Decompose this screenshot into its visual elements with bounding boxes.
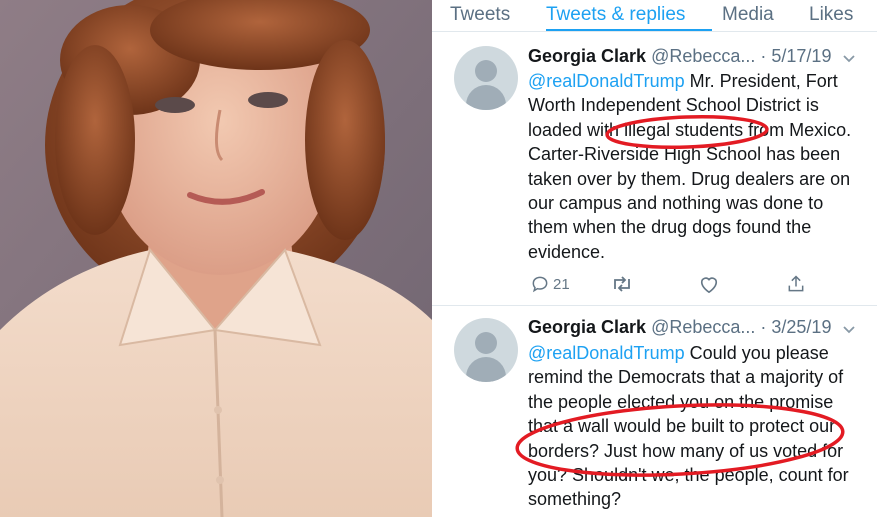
share-icon bbox=[788, 275, 804, 292]
tweet-actions: 21 bbox=[530, 274, 806, 294]
tabs-divider bbox=[432, 31, 877, 32]
twitter-profile-panel: Tweets Tweets & replies Media Likes Geor… bbox=[432, 0, 877, 517]
like-icon bbox=[700, 277, 718, 294]
tweet-mention[interactable]: @realDonaldTrump bbox=[528, 343, 685, 363]
share-button[interactable] bbox=[786, 274, 806, 294]
tweet-text: @realDonaldTrump Could you please remind… bbox=[528, 341, 868, 512]
tweet-mention[interactable]: @realDonaldTrump bbox=[528, 71, 685, 91]
retweet-button[interactable] bbox=[610, 274, 698, 294]
tweet[interactable]: Georgia Clark @Rebecca... · 5/17/19 @rea… bbox=[432, 44, 877, 302]
default-avatar-icon[interactable] bbox=[454, 318, 518, 382]
tweet-date[interactable]: · 3/25/19 bbox=[760, 317, 831, 337]
avatar-body bbox=[466, 357, 506, 382]
default-avatar-icon[interactable] bbox=[454, 46, 518, 110]
avatar-head bbox=[475, 60, 497, 82]
tweet-text: @realDonaldTrump Mr. President, Fort Wor… bbox=[528, 69, 868, 264]
portrait-photo bbox=[0, 0, 432, 517]
tab-likes[interactable]: Likes bbox=[809, 0, 869, 26]
tweet-header: Georgia Clark @Rebecca... · 5/17/19 bbox=[528, 46, 831, 67]
tweet-body-text: Could you please remind the Democrats th… bbox=[528, 343, 849, 510]
tweet-date[interactable]: · 5/17/19 bbox=[760, 46, 831, 66]
chevron-down-icon[interactable] bbox=[842, 325, 856, 335]
avatar-head bbox=[475, 332, 497, 354]
tweet-author-name[interactable]: Georgia Clark bbox=[528, 317, 646, 337]
tweet-author-name[interactable]: Georgia Clark bbox=[528, 46, 646, 66]
reply-button[interactable]: 21 bbox=[530, 274, 610, 294]
tweet[interactable]: Georgia Clark @Rebecca... · 3/25/19 @rea… bbox=[432, 314, 877, 517]
tab-tweets[interactable]: Tweets bbox=[450, 0, 546, 26]
tweet-author-handle[interactable]: @Rebecca... bbox=[651, 317, 755, 337]
tab-media[interactable]: Media bbox=[722, 0, 809, 26]
tab-tweets-and-replies[interactable]: Tweets & replies bbox=[546, 0, 722, 32]
tweet-author-handle[interactable]: @Rebecca... bbox=[651, 46, 755, 66]
portrait-illustration bbox=[0, 0, 432, 517]
retweet-icon bbox=[614, 276, 630, 292]
tweet-header: Georgia Clark @Rebecca... · 3/25/19 bbox=[528, 317, 831, 338]
reply-count: 21 bbox=[553, 275, 570, 293]
tweet-divider bbox=[432, 305, 877, 306]
tweet-body-text: Mr. President, Fort Worth Independent Sc… bbox=[528, 71, 852, 262]
avatar-body bbox=[466, 85, 506, 110]
like-button[interactable] bbox=[698, 274, 786, 294]
reply-icon bbox=[532, 276, 548, 293]
profile-tabs: Tweets Tweets & replies Media Likes bbox=[432, 0, 877, 32]
chevron-down-icon[interactable] bbox=[842, 54, 856, 64]
